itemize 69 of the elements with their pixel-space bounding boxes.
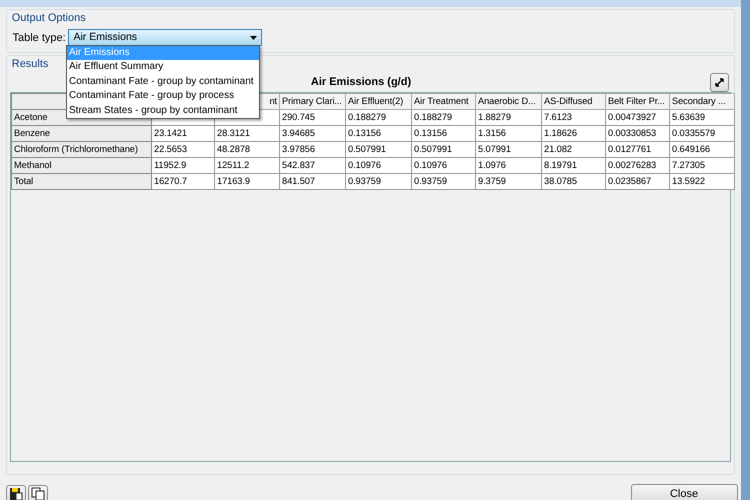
save-button[interactable] [6, 484, 26, 500]
table-cell: 22.5653 [152, 142, 214, 158]
table-cell: 0.0335579 [670, 126, 734, 142]
table-cell: 17163.9 [214, 174, 280, 190]
swap-arrows-icon [714, 76, 725, 88]
field-label: Table type: [12, 30, 66, 46]
column-header[interactable]: Primary Clari... [280, 94, 346, 110]
table-cell: 8.19791 [542, 158, 606, 174]
column-header[interactable]: Anaerobic D... [476, 94, 542, 110]
table-cell: 38.0785 [542, 174, 606, 190]
table-cell: 841.507 [280, 174, 346, 190]
dropdown-option[interactable]: Contaminant Fate - group by process [67, 89, 259, 104]
table-cell: 0.00330853 [606, 126, 670, 142]
table-cell: 16270.7 [152, 174, 214, 190]
table-cell: 0.0127761 [606, 142, 670, 158]
table-cell: 1.88279 [476, 110, 542, 126]
table-cell: 48.2878 [214, 142, 280, 158]
table-cell: 0.13156 [346, 126, 412, 142]
table-cell: 290.745 [280, 110, 346, 126]
table-cell: 21.082 [542, 142, 606, 158]
table-cell: 1.0976 [476, 158, 542, 174]
table-cell: 0.00276283 [606, 158, 670, 174]
table-cell: 0.93759 [346, 174, 412, 190]
table-cell: 0.10976 [412, 158, 476, 174]
table-cell: 0.507991 [412, 142, 476, 158]
row-header: Benzene [12, 126, 152, 142]
table-cell: 9.3759 [476, 174, 542, 190]
column-header[interactable]: AS-Diffused [542, 94, 606, 110]
column-header[interactable]: Belt Filter Pr... [606, 94, 670, 110]
row-header: Chloroform (Trichloromethane) [12, 142, 152, 158]
copy-icon [31, 486, 46, 500]
table-cell: 23.1421 [152, 126, 214, 142]
table-cell: 0.93759 [412, 174, 476, 190]
table-title: Air Emissions (g/d) [310, 75, 412, 90]
table-cell: 0.188279 [346, 110, 412, 126]
table-cell: 11952.9 [152, 158, 214, 174]
table-cell: 0.13156 [412, 126, 476, 142]
row-header: Methanol [12, 158, 152, 174]
dropdown-option[interactable]: Air Effluent Summary [67, 60, 259, 75]
dropdown-arrow-icon [250, 36, 258, 40]
table-cell: 0.649166 [670, 142, 734, 158]
close-button[interactable]: Close [630, 484, 738, 500]
table-cell: 0.10976 [346, 158, 412, 174]
table-cell: 3.94685 [280, 126, 346, 142]
group-title: Output Options [10, 10, 88, 26]
copy-button[interactable] [28, 484, 48, 500]
table-cell: 0.00473927 [606, 110, 670, 126]
table-cell: 12511.2 [214, 158, 280, 174]
column-header[interactable]: nt [269, 96, 277, 106]
table-type-dropdown[interactable]: Air Emissions [68, 29, 262, 46]
table-cell: 0.0235867 [606, 174, 670, 190]
table-cell: 5.07991 [476, 142, 542, 158]
table-cell: 7.6123 [542, 110, 606, 126]
table-cell: 0.507991 [346, 142, 412, 158]
table-cell: 3.97856 [280, 142, 346, 158]
table-cell: 1.18626 [542, 126, 606, 142]
column-header[interactable]: Air Effluent(2) [346, 94, 412, 110]
row-header: Total [12, 174, 152, 190]
table-cell: 28.3121 [214, 126, 280, 142]
table-cell: 1.3156 [476, 126, 542, 142]
dropdown-option[interactable]: Contaminant Fate - group by contaminant [67, 74, 259, 90]
table-cell: 7.27305 [670, 158, 734, 174]
table-cell: 13.5922 [670, 174, 734, 190]
column-header[interactable]: Secondary ... [670, 94, 734, 110]
table-cell: 0.188279 [412, 110, 476, 126]
swap-button[interactable] [710, 72, 729, 92]
table-cell: 5.63639 [670, 110, 734, 126]
table-cell: 542.837 [280, 158, 346, 174]
column-header[interactable]: Air Treatment [412, 94, 476, 110]
